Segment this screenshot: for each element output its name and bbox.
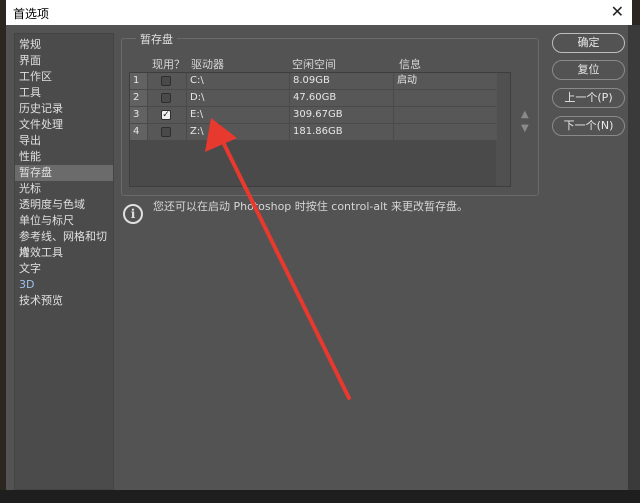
arrow-head xyxy=(205,118,237,152)
arrow-shaft xyxy=(220,138,351,400)
annotation-arrow xyxy=(205,118,351,400)
